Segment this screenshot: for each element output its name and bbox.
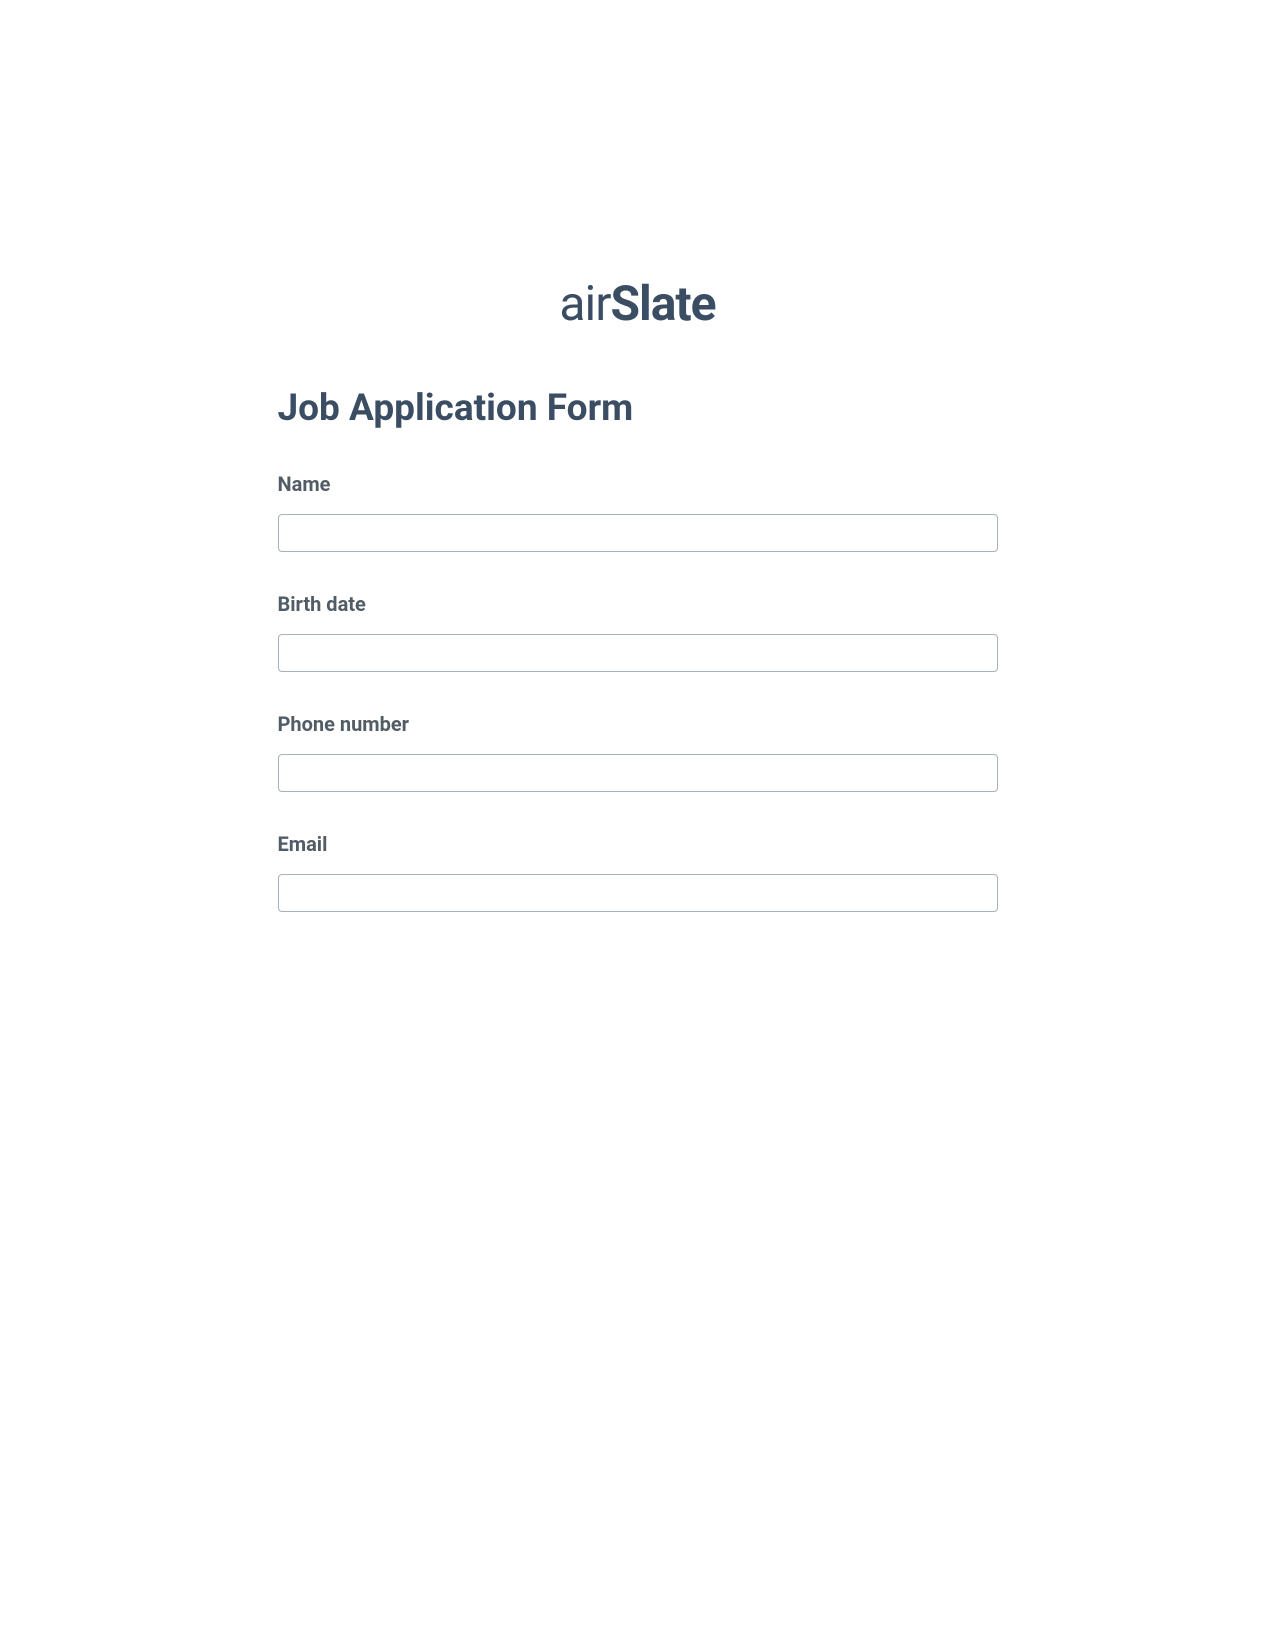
form-container: Job Application Form Name Birth date Pho…	[278, 387, 998, 912]
phone-input[interactable]	[278, 754, 998, 792]
email-label: Email	[278, 832, 998, 856]
phone-field-group: Phone number	[278, 712, 998, 792]
name-label: Name	[278, 472, 998, 496]
logo-text-air: air	[559, 275, 610, 332]
birthdate-input[interactable]	[278, 634, 998, 672]
email-input[interactable]	[278, 874, 998, 912]
logo-container: airSlate	[0, 275, 1275, 332]
birthdate-label: Birth date	[278, 592, 998, 616]
name-input[interactable]	[278, 514, 998, 552]
name-field-group: Name	[278, 472, 998, 552]
airslate-logo: airSlate	[559, 275, 715, 332]
phone-label: Phone number	[278, 712, 998, 736]
form-title: Job Application Form	[278, 387, 998, 430]
page-container: airSlate Job Application Form Name Birth…	[0, 0, 1275, 912]
logo-text-slate: Slate	[610, 275, 715, 332]
birthdate-field-group: Birth date	[278, 592, 998, 672]
email-field-group: Email	[278, 832, 998, 912]
